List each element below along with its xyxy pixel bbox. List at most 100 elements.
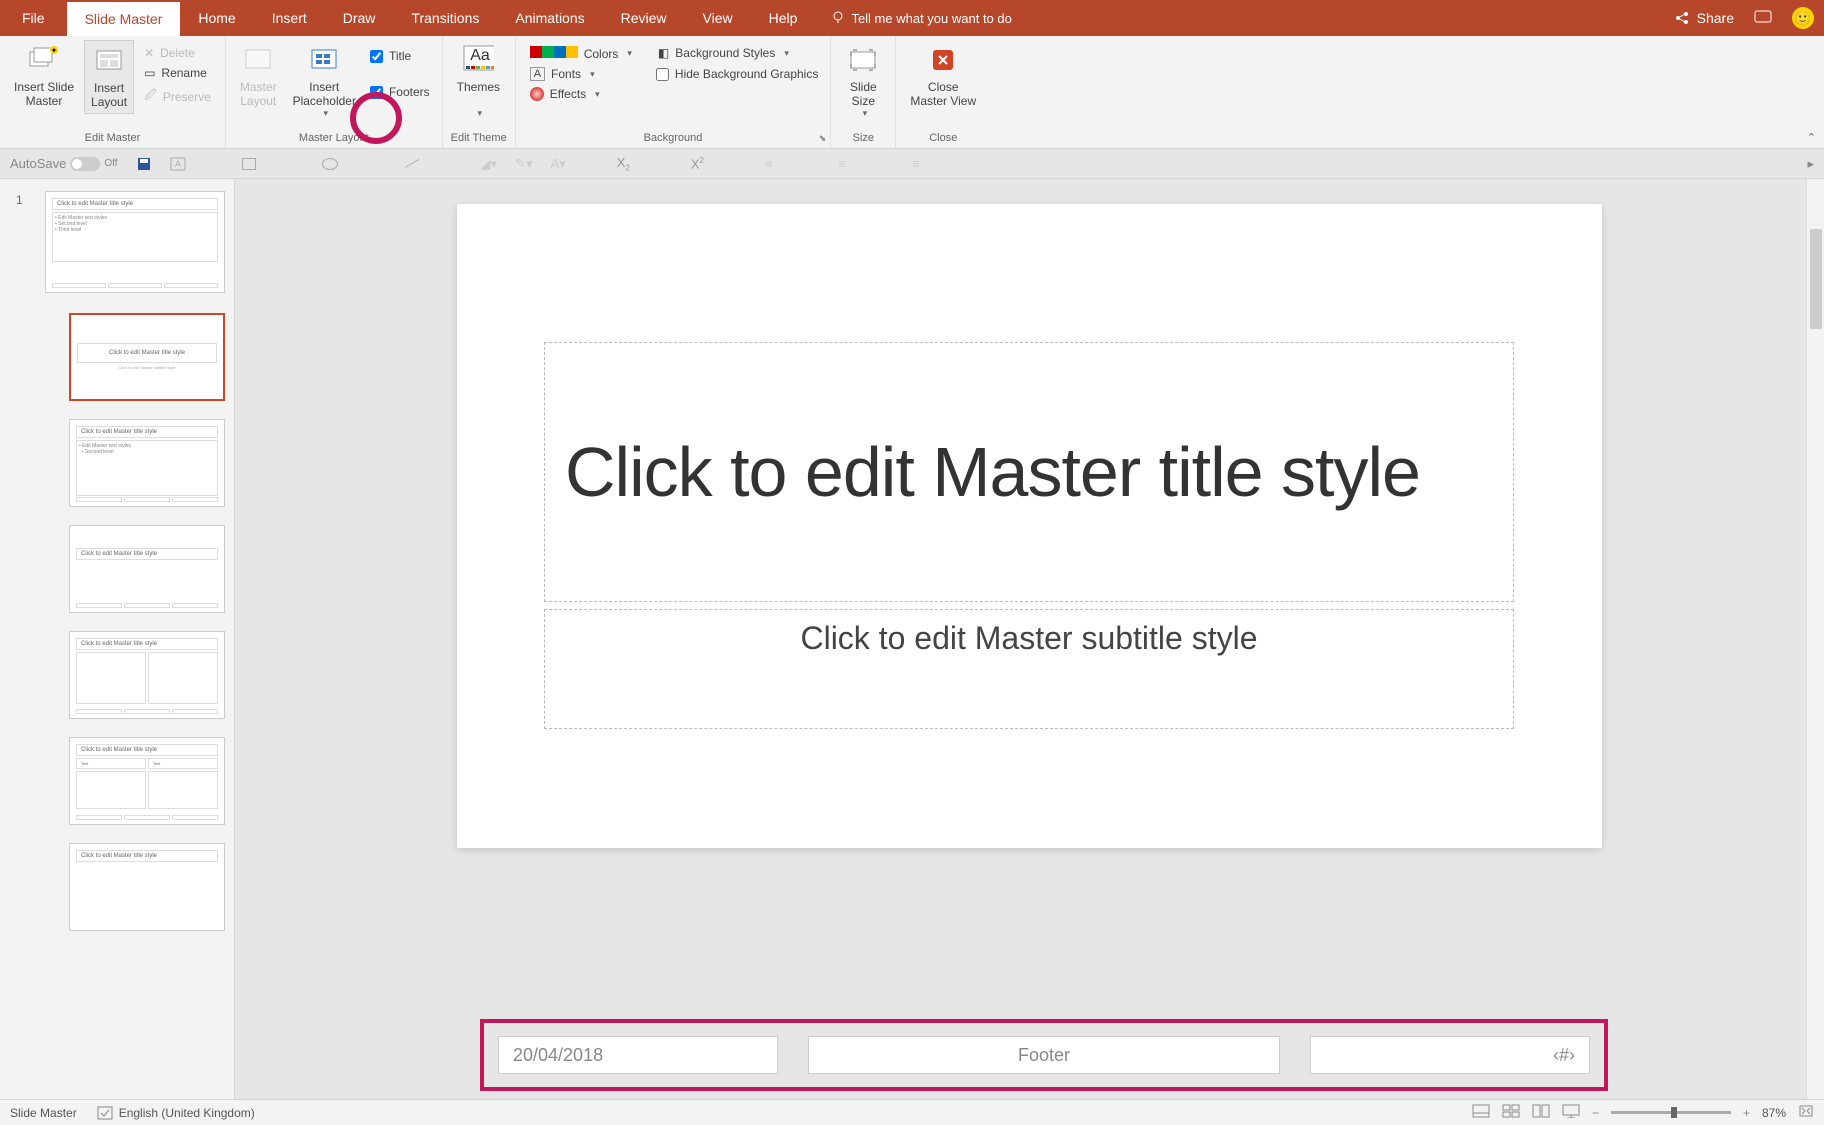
footer-date-placeholder[interactable]: 20/04/2018 bbox=[498, 1036, 778, 1074]
group-edit-master: ✦ Insert Slide Master Insert Layout ✕Del… bbox=[0, 36, 226, 148]
hide-background-input[interactable] bbox=[656, 68, 669, 81]
footer-text-placeholder[interactable]: Footer bbox=[808, 1036, 1280, 1074]
qat-align-left[interactable]: ≡ bbox=[765, 156, 773, 171]
menu-animations[interactable]: Animations bbox=[497, 0, 602, 36]
rectangle-icon bbox=[242, 158, 256, 170]
slideshow-button[interactable] bbox=[1562, 1104, 1580, 1121]
language-button[interactable]: English (United Kingdom) bbox=[97, 1106, 255, 1120]
qat-superscript[interactable]: X2 bbox=[691, 156, 704, 171]
save-button[interactable] bbox=[136, 156, 152, 172]
close-master-view-button[interactable]: Close Master View bbox=[904, 40, 982, 112]
slide-canvas[interactable]: Click to edit Master title style Click t… bbox=[457, 204, 1602, 848]
menu-transitions[interactable]: Transitions bbox=[393, 0, 497, 36]
status-mode: Slide Master bbox=[10, 1106, 77, 1120]
insert-layout-button[interactable]: Insert Layout bbox=[84, 40, 134, 114]
title-placeholder[interactable]: Click to edit Master title style bbox=[544, 342, 1514, 602]
qat-fill[interactable]: ◢▾ bbox=[481, 156, 498, 172]
effects-button[interactable]: Effects▾ bbox=[524, 85, 638, 103]
reading-view-button[interactable] bbox=[1532, 1104, 1550, 1121]
fit-icon bbox=[1798, 1104, 1814, 1118]
hide-background-checkbox[interactable]: Hide Background Graphics bbox=[652, 64, 822, 84]
close-master-view-label: Close Master View bbox=[910, 80, 976, 108]
ribbon: ✦ Insert Slide Master Insert Layout ✕Del… bbox=[0, 36, 1824, 149]
zoom-out-button[interactable]: − bbox=[1592, 1106, 1599, 1120]
menu-help[interactable]: Help bbox=[751, 0, 816, 36]
title-checkbox-input[interactable] bbox=[370, 50, 383, 63]
slide-size-button[interactable]: Slide Size▾ bbox=[839, 40, 887, 123]
subtitle-placeholder[interactable]: Click to edit Master subtitle style bbox=[544, 609, 1514, 729]
layout-thumbnail-5[interactable]: Click to edit Master title style TextTex… bbox=[69, 737, 225, 825]
menu-file[interactable]: File bbox=[0, 0, 67, 36]
collapse-ribbon-button[interactable]: ⌃ bbox=[1807, 131, 1816, 144]
svg-text:Aa: Aa bbox=[471, 47, 491, 64]
fonts-button[interactable]: AFonts▾ bbox=[524, 65, 638, 83]
colors-button[interactable]: Colors▾ bbox=[524, 44, 638, 63]
fonts-label: Fonts bbox=[551, 67, 581, 81]
qat-align-center[interactable]: ≡ bbox=[839, 156, 847, 171]
master-thumbnail[interactable]: Click to edit Master title style • Edit … bbox=[45, 191, 225, 293]
share-button[interactable]: Share bbox=[1675, 10, 1734, 26]
thumb-content: • Edit Master text styles • Second level… bbox=[52, 212, 218, 262]
fit-to-window-button[interactable] bbox=[1798, 1104, 1814, 1121]
layout-thumbnail-4[interactable]: Click to edit Master title style bbox=[69, 631, 225, 719]
comment-icon[interactable] bbox=[1754, 10, 1772, 26]
menu-review[interactable]: Review bbox=[603, 0, 685, 36]
group-edit-master-label: Edit Master bbox=[8, 130, 217, 146]
qat-oval[interactable] bbox=[322, 158, 338, 170]
themes-button[interactable]: Aa Themes▾ bbox=[451, 40, 506, 123]
qat-outline[interactable]: ✎▾ bbox=[515, 156, 532, 172]
quick-access-toolbar: AutoSave Off A ◢▾ ✎▾ A▾ X2 X2 ≡ ≡ ≡ ▸ bbox=[0, 149, 1824, 179]
scrollbar-thumb[interactable] bbox=[1810, 229, 1822, 329]
layout-thumbnail-1[interactable]: Click to edit Master title style Click t… bbox=[69, 313, 225, 401]
layout-thumbnail-3[interactable]: Click to edit Master title style bbox=[69, 525, 225, 613]
group-master-layout: Master Layout Insert Placeholder▾ Title … bbox=[226, 36, 443, 148]
rename-icon: ▭ bbox=[144, 66, 155, 80]
slide-size-label: Slide Size bbox=[850, 80, 877, 108]
qat-font-color[interactable]: A▾ bbox=[550, 156, 565, 172]
qat-subscript[interactable]: X2 bbox=[617, 155, 630, 173]
layout-thumbnail-2[interactable]: Click to edit Master title style • Edit … bbox=[69, 419, 225, 507]
lightbulb-icon bbox=[830, 10, 846, 26]
align-right-icon: ≡ bbox=[912, 156, 920, 171]
qat-more[interactable]: ▸ bbox=[1807, 156, 1814, 172]
zoom-level[interactable]: 87% bbox=[1762, 1106, 1786, 1120]
autosave-toggle[interactable]: AutoSave Off bbox=[10, 156, 118, 171]
zoom-in-button[interactable]: + bbox=[1743, 1106, 1750, 1120]
group-close: Close Master View Close bbox=[896, 36, 990, 148]
background-styles-button[interactable]: ◧Background Styles▾ bbox=[652, 44, 822, 62]
vertical-scrollbar[interactable] bbox=[1806, 179, 1824, 1099]
qat-line[interactable] bbox=[404, 163, 420, 164]
qat-rectangle[interactable] bbox=[242, 158, 256, 170]
master-layout-icon bbox=[242, 44, 274, 76]
group-close-label: Close bbox=[904, 130, 982, 146]
normal-view-icon bbox=[1502, 1104, 1520, 1118]
layout-thumbnail-6[interactable]: Click to edit Master title style bbox=[69, 843, 225, 931]
menu-slide-master[interactable]: Slide Master bbox=[67, 0, 181, 36]
footers-checkbox-input[interactable] bbox=[370, 86, 383, 99]
group-master-layout-label: Master Layout bbox=[234, 130, 434, 146]
title-checkbox[interactable]: Title bbox=[366, 46, 434, 66]
rename-button[interactable]: ▭Rename bbox=[138, 64, 217, 82]
menu-view[interactable]: View bbox=[685, 0, 751, 36]
insert-slide-master-button[interactable]: ✦ Insert Slide Master bbox=[8, 40, 80, 112]
normal-view-button[interactable] bbox=[1502, 1104, 1520, 1121]
line-icon bbox=[404, 159, 418, 168]
menu-insert[interactable]: Insert bbox=[254, 0, 325, 36]
footer-slidenum-placeholder[interactable]: ‹#› bbox=[1310, 1036, 1590, 1074]
zoom-handle[interactable] bbox=[1671, 1107, 1677, 1118]
notes-button[interactable] bbox=[1472, 1104, 1490, 1121]
tell-me-search[interactable]: Tell me what you want to do bbox=[830, 10, 1011, 26]
emoji-icon[interactable]: 🙂 bbox=[1792, 7, 1814, 29]
zoom-slider[interactable] bbox=[1611, 1111, 1731, 1114]
qat-textbox[interactable]: A bbox=[170, 157, 186, 171]
fill-icon: ◢▾ bbox=[481, 156, 498, 172]
menu-draw[interactable]: Draw bbox=[325, 0, 394, 36]
footers-checkbox[interactable]: Footers bbox=[366, 82, 434, 102]
dialog-launcher-icon[interactable]: ⬊ bbox=[819, 133, 827, 144]
spellcheck-icon bbox=[97, 1106, 113, 1120]
menu-home[interactable]: Home bbox=[180, 0, 253, 36]
insert-placeholder-button[interactable]: Insert Placeholder▾ bbox=[287, 40, 362, 123]
thumb-content: • Edit Master text styles • Second level bbox=[76, 440, 218, 496]
subtitle-text: Click to edit Master subtitle style bbox=[800, 620, 1257, 657]
qat-align-right[interactable]: ≡ bbox=[912, 156, 920, 171]
